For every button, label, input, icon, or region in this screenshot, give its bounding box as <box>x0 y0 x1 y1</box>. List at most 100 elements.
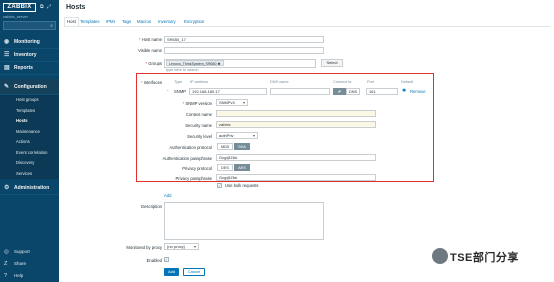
nav-monitoring[interactable]: ◉ Monitoring <box>0 36 59 49</box>
security-name-input[interactable]: zabbix <box>216 121 376 128</box>
connect-ip-toggle[interactable]: IP <box>333 88 346 95</box>
privacy-des-toggle[interactable]: DES <box>217 164 233 171</box>
subnav-discovery[interactable]: Discovery <box>0 158 59 169</box>
interface-type: SNMP <box>174 89 187 94</box>
gear-icon: ⚙ <box>4 185 10 191</box>
sidebar: ZABBIX ⧉ ⤢ zabbix_server ⌕ ◉ Monitoring … <box>0 0 59 282</box>
ip-address-input[interactable]: 192.168.180.17 <box>189 88 267 95</box>
tab-divider <box>64 26 550 27</box>
nav-label: Share <box>14 261 27 266</box>
enabled-label: Enabled <box>146 258 162 263</box>
dns-name-input[interactable] <box>270 88 330 95</box>
wechat-logo-icon <box>432 248 448 264</box>
nav-label: Monitoring <box>14 39 40 45</box>
nav-configuration[interactable]: ✎ Configuration <box>0 79 59 95</box>
nav-reports[interactable]: ▤ Reports <box>0 62 59 75</box>
share-icon: Z <box>4 261 8 267</box>
bulk-requests-checkbox[interactable]: ✓ <box>217 183 222 188</box>
expand-icon[interactable]: ⤢ <box>47 4 51 10</box>
enabled-checkbox[interactable]: ✓ <box>164 257 169 262</box>
auth-protocol-label: Authentication protocol <box>169 145 212 150</box>
nav-label: Administration <box>14 185 50 191</box>
col-connect: Connect to <box>333 80 352 84</box>
collapse-icon[interactable]: ⧉ <box>40 4 44 10</box>
watermark-text: TSE部门分享 <box>450 252 519 264</box>
auth-md5-toggle[interactable]: MD5 <box>217 143 233 150</box>
nav-support[interactable]: ◎ Support <box>0 246 59 258</box>
privacy-passphrase-input[interactable]: Gcg@Zbb <box>216 174 376 181</box>
col-default: Default <box>401 80 414 84</box>
connect-dns-toggle[interactable]: DNS <box>346 88 360 95</box>
default-radio-icon[interactable]: ✱ <box>402 88 406 94</box>
list-icon: ☰ <box>4 52 10 58</box>
privacy-protocol-label: Privacy protocol <box>182 166 212 171</box>
col-type: Type <box>174 80 183 84</box>
server-name: zabbix_server <box>3 14 28 19</box>
nav-administration[interactable]: ⚙ Administration <box>0 182 59 195</box>
auth-passphrase-input[interactable]: Gcg@Zbb <box>216 154 376 161</box>
main-nav: ◉ Monitoring ☰ Inventory ▤ Reports ✎ Con… <box>0 36 59 195</box>
auth-passphrase-label: Authentication passphrase <box>162 156 212 161</box>
subnav-host-groups[interactable]: Host groups <box>0 95 59 106</box>
sidebar-search-input[interactable]: ⌕ <box>3 21 56 30</box>
security-level-select[interactable]: authPriv <box>216 132 258 139</box>
visible-name-input[interactable] <box>164 47 324 54</box>
port-input[interactable]: 161 <box>366 88 398 95</box>
host-name-input[interactable]: SR650_17 <box>164 36 324 43</box>
help-icon: ? <box>4 273 8 279</box>
group-chip[interactable]: Lenovo_ThinkSystem_SR650 ✖ <box>166 60 224 66</box>
add-interface-link[interactable]: Add <box>164 193 171 198</box>
subnav-maintenance[interactable]: Maintenance <box>0 127 59 138</box>
close-icon[interactable]: ✖ <box>218 62 221 66</box>
nav-share[interactable]: Z Share <box>0 258 59 270</box>
nav-label: Reports <box>14 65 33 71</box>
chevron-up-icon[interactable]: ⌃ <box>166 89 169 94</box>
proxy-label: Monitored by proxy <box>126 245 162 250</box>
group-chip-label: Lenovo_ThinkSystem_SR650 <box>169 62 217 66</box>
groups-label: * Groups <box>145 61 162 66</box>
groups-hint: type here to search <box>166 68 199 72</box>
interfaces-label: * Interfaces <box>140 80 162 85</box>
snmp-version-label: * SNMP version <box>182 101 212 106</box>
subnav-templates[interactable]: Templates <box>0 106 59 117</box>
watermark: TSE部门分享 <box>432 248 552 264</box>
cancel-button[interactable]: Cancel <box>183 268 205 276</box>
remove-link[interactable]: Remove <box>410 89 426 94</box>
subnav-actions[interactable]: Actions <box>0 137 59 148</box>
security-name-label: Security name <box>185 123 212 128</box>
subnav-services[interactable]: Services <box>0 169 59 180</box>
eye-icon: ◉ <box>4 39 10 45</box>
zabbix-logo[interactable]: ZABBIX <box>3 3 36 12</box>
page-title: Hosts <box>66 4 86 11</box>
select-groups-button[interactable]: Select <box>321 59 343 67</box>
add-button[interactable]: Add <box>164 268 179 276</box>
nav-help[interactable]: ? Help <box>0 270 59 282</box>
description-textarea[interactable] <box>164 202 324 240</box>
context-name-input[interactable] <box>216 110 376 117</box>
nav-label: Configuration <box>14 84 47 90</box>
nav-label: Help <box>14 273 24 278</box>
host-name-label: * Host name <box>138 37 162 42</box>
subnav-hosts[interactable]: Hosts <box>0 116 59 127</box>
col-port: Port <box>367 80 374 84</box>
sidebar-bottom: ◎ Support Z Share ? Help <box>0 246 59 282</box>
nav-label: Inventory <box>14 52 37 58</box>
security-level-label: Security level <box>187 134 212 139</box>
col-ip: IP address <box>190 80 209 84</box>
subnav-event-correlation[interactable]: Event correlation <box>0 148 59 159</box>
context-name-label: Context name <box>185 112 212 117</box>
snmp-version-select[interactable]: SNMPv3 <box>216 99 248 106</box>
privacy-aes-toggle[interactable]: AES <box>234 164 250 171</box>
privacy-passphrase-label: Privacy passphrase <box>175 176 212 181</box>
proxy-select[interactable]: (no proxy) <box>164 243 199 250</box>
search-icon[interactable]: ⌕ <box>50 23 53 29</box>
configuration-submenu: Host groups Templates Hosts Maintenance … <box>0 95 59 179</box>
chart-icon: ▤ <box>4 65 10 71</box>
bulk-requests-label: Use bulk requests <box>225 183 259 188</box>
nav-inventory[interactable]: ☰ Inventory <box>0 49 59 62</box>
wrench-icon: ✎ <box>4 84 10 90</box>
support-icon: ◎ <box>4 249 9 255</box>
col-dns: DNS name <box>270 80 289 84</box>
description-label: Description <box>141 204 162 209</box>
auth-sha-toggle[interactable]: SHA <box>234 143 250 150</box>
